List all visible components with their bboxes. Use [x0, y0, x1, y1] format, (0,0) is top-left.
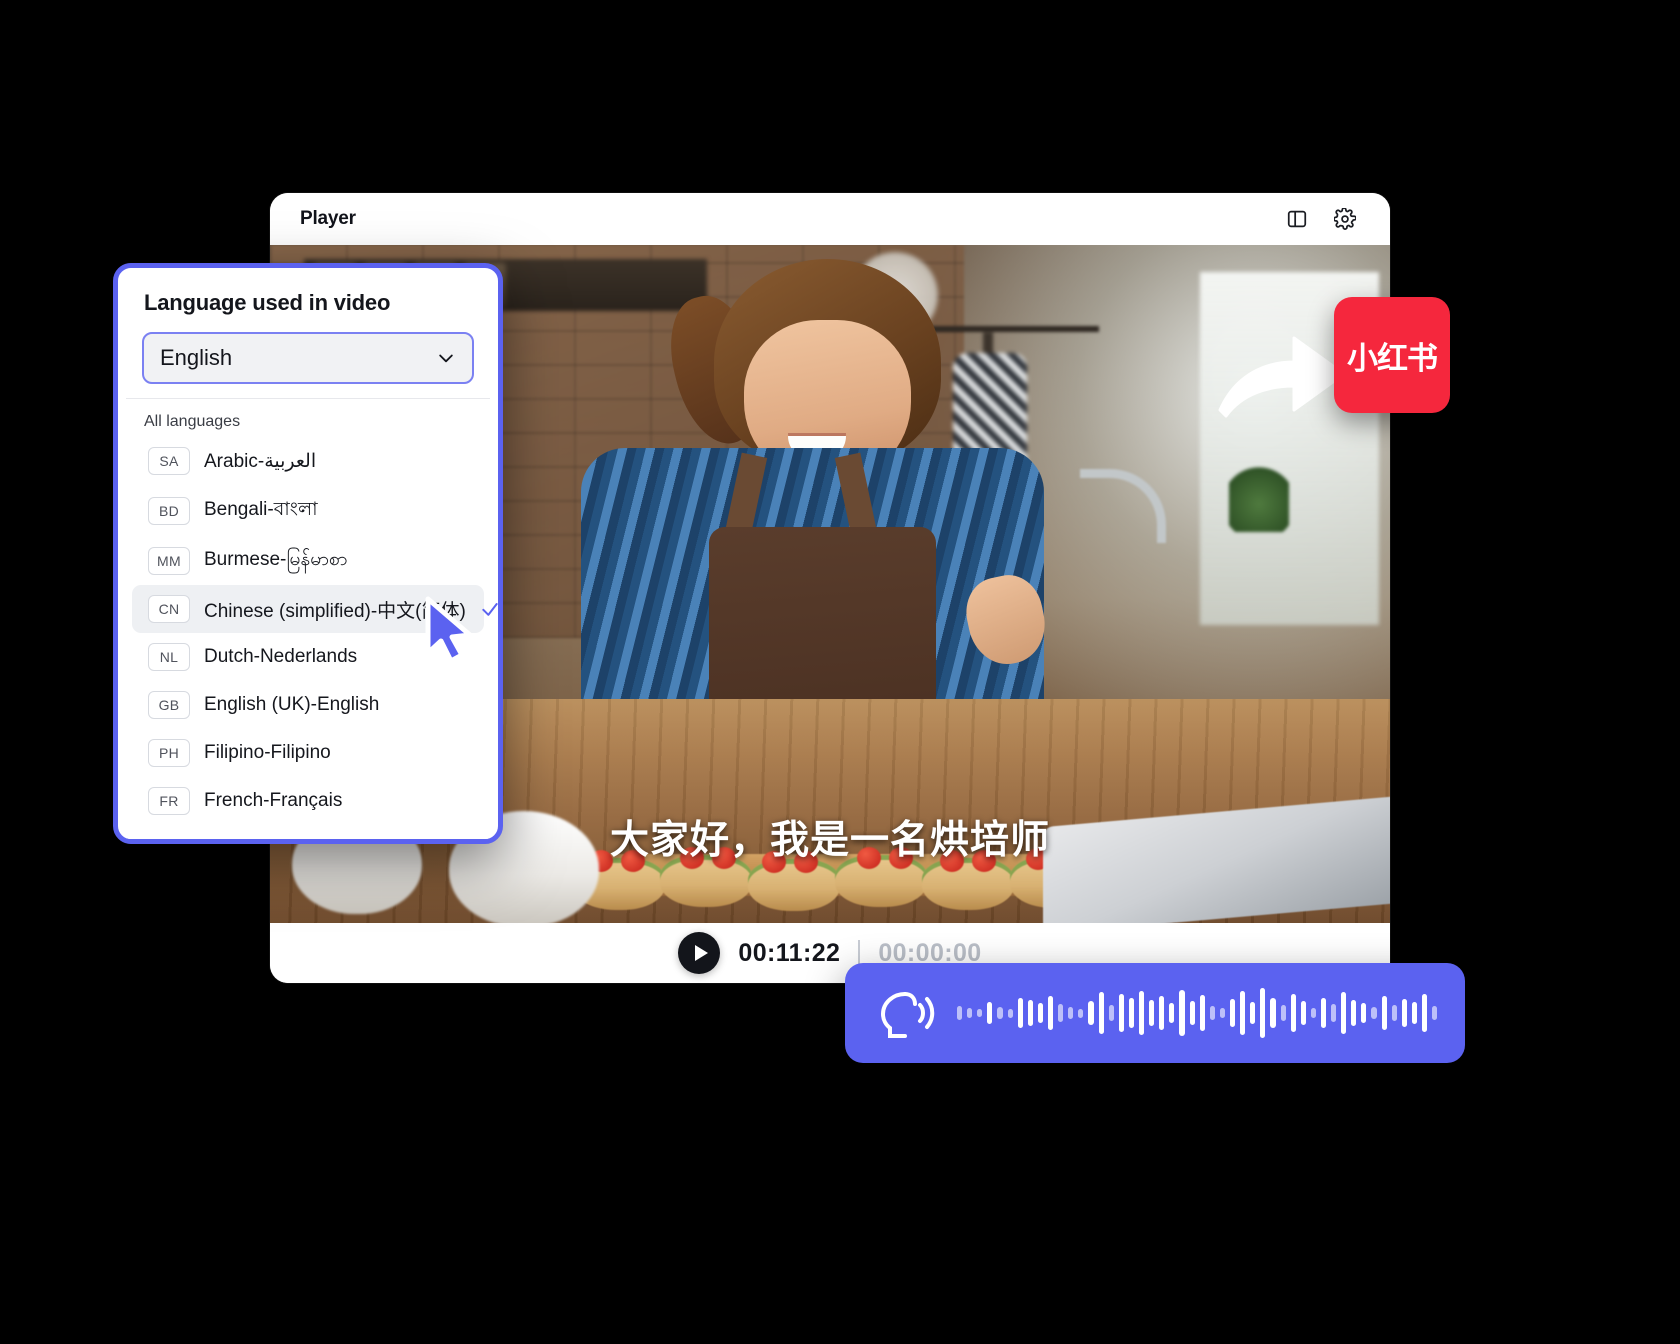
- waveform-bar: [1068, 1007, 1074, 1019]
- language-option-label: Filipino-Filipino: [204, 742, 331, 763]
- waveform-bar: [1098, 992, 1104, 1034]
- waveform-bar: [1189, 1001, 1195, 1025]
- panel-title: Language used in video: [144, 290, 391, 315]
- waveform-bar: [1027, 1000, 1033, 1026]
- waveform-bar: [1240, 991, 1246, 1035]
- language-option-label: Bengali-বাংলা: [204, 499, 318, 520]
- waveform-bar: [1300, 1001, 1306, 1025]
- time-divider: [858, 940, 861, 966]
- waveform-bar: [1432, 1006, 1437, 1020]
- waveform-bar: [1381, 996, 1387, 1030]
- waveform-bar: [1391, 1005, 1397, 1021]
- language-option-label: Dutch-Nederlands: [204, 646, 358, 667]
- waveform-bar: [1229, 999, 1236, 1027]
- waveform-bar: [1058, 1004, 1064, 1022]
- waveform-bar: [1331, 1004, 1337, 1022]
- waveform-bar: [957, 1006, 963, 1020]
- language-select-value: English: [160, 345, 233, 370]
- header-icon-group: [1286, 208, 1356, 230]
- language-option-label: Arabic-العربية: [204, 450, 317, 472]
- country-code-chip: PH: [148, 739, 190, 767]
- waveform-bar: [977, 1009, 983, 1017]
- waveform-bar: [1401, 999, 1407, 1027]
- waveform-bar: [1270, 998, 1276, 1028]
- waveform-bar: [1361, 1003, 1367, 1023]
- speaking-head-icon: [880, 992, 935, 1038]
- potted-plant: [1229, 461, 1290, 532]
- language-option-mm[interactable]: MM Burmese-မြန်မာစာ: [132, 537, 484, 585]
- waveform-bar: [1047, 996, 1054, 1030]
- waveform-bar: [1037, 1003, 1043, 1023]
- play-button[interactable]: [678, 932, 721, 974]
- language-option-nl[interactable]: NL Dutch-Nederlands: [132, 633, 484, 681]
- language-option-ph[interactable]: PH Filipino-Filipino: [132, 729, 484, 777]
- waveform-bar: [987, 1002, 993, 1024]
- page-title: Player: [300, 208, 356, 229]
- waveform-bar: [1411, 1002, 1418, 1024]
- player-header: Player: [270, 193, 1390, 245]
- waveform-bar: [1169, 1003, 1175, 1023]
- share-target-badge[interactable]: 小红书: [1334, 297, 1450, 413]
- language-group-label: All languages: [144, 413, 241, 430]
- share-arrow-icon: [1218, 336, 1346, 418]
- language-option-label: French-Français: [204, 790, 343, 811]
- waveform-bar: [1310, 1008, 1316, 1018]
- check-icon: [482, 603, 498, 616]
- audio-waveform: [957, 985, 1437, 1041]
- waveform-bar: [1149, 1000, 1155, 1026]
- country-code-chip: CN: [148, 595, 190, 623]
- gear-icon[interactable]: [1334, 208, 1356, 230]
- waveform-bar: [1320, 998, 1327, 1028]
- waveform-bar: [1280, 1005, 1286, 1021]
- kitchen-faucet: [1080, 468, 1166, 543]
- country-code-chip: GB: [148, 691, 190, 719]
- waveform-bar: [1219, 1008, 1225, 1018]
- waveform-bar: [1371, 1007, 1377, 1019]
- waveform-bar: [1209, 1006, 1215, 1020]
- country-code-chip: MM: [148, 547, 190, 575]
- waveform-bar: [1088, 1001, 1094, 1025]
- layout-panel-icon[interactable]: [1286, 208, 1308, 230]
- waveform-bar: [1118, 994, 1124, 1032]
- voice-dubbing-bar[interactable]: [845, 963, 1465, 1063]
- waveform-bar: [1250, 1002, 1256, 1024]
- waveform-bar: [1290, 994, 1296, 1032]
- language-option-bd[interactable]: BD Bengali-বাংলা: [132, 485, 484, 537]
- language-option-cn[interactable]: CN Chinese (simplified)-中文(简体): [132, 585, 498, 633]
- country-code-chip: NL: [148, 643, 190, 671]
- country-code-chip: BD: [148, 497, 190, 525]
- language-option-sa[interactable]: SA Arabic-العربية: [132, 437, 484, 485]
- waveform-bar: [1007, 1008, 1013, 1018]
- language-option-label: Burmese-မြန်မာစာ: [204, 549, 348, 570]
- language-dropdown-panel: Language used in video English All langu…: [113, 263, 503, 844]
- waveform-bar: [1179, 990, 1185, 1036]
- waveform-bar: [1351, 1000, 1357, 1026]
- waveform-bar: [1422, 994, 1428, 1032]
- language-option-label: English (UK)-English: [204, 694, 380, 715]
- waveform-bar: [1199, 995, 1205, 1031]
- waveform-bar: [1078, 1008, 1084, 1018]
- language-option-fr[interactable]: FR French-Français: [132, 777, 484, 825]
- waveform-bar: [1128, 998, 1134, 1028]
- waveform-bar: [967, 1008, 973, 1018]
- language-options-list[interactable]: All languages SA Arabic-العربية BD Bengali-…: [126, 398, 498, 839]
- share-badge-label: 小红书: [1347, 340, 1438, 376]
- country-code-chip: FR: [148, 787, 190, 815]
- waveform-bar: [1017, 998, 1023, 1028]
- waveform-bar: [1260, 988, 1266, 1038]
- waveform-bar: [1138, 991, 1145, 1035]
- waveform-bar: [997, 1007, 1003, 1019]
- waveform-bar: [1159, 996, 1165, 1030]
- language-select-field[interactable]: English: [142, 332, 474, 384]
- waveform-bar: [1108, 1005, 1114, 1021]
- waveform-bar: [1341, 992, 1347, 1034]
- current-time: 00:11:22: [738, 938, 841, 967]
- country-code-chip: SA: [148, 447, 190, 475]
- language-option-gb[interactable]: GB English (UK)-English: [132, 681, 484, 729]
- language-option-label: Chinese (simplified)-中文(简体): [204, 600, 466, 622]
- play-icon: [694, 945, 708, 961]
- chevron-down-icon: [439, 354, 453, 363]
